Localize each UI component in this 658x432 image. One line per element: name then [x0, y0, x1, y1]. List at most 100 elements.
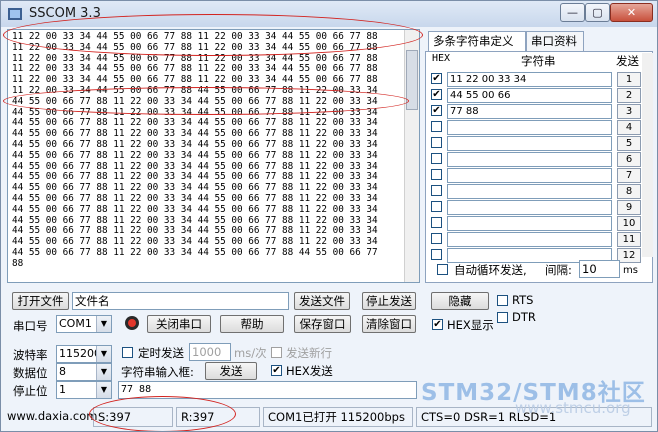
maximize-button[interactable]: ▢ — [585, 3, 610, 22]
multi-string-row: 11 — [431, 232, 641, 247]
row-string-field[interactable] — [447, 232, 612, 247]
port-value: COM1 — [59, 317, 92, 330]
open-file-button[interactable]: 打开文件 — [12, 292, 69, 310]
help-button[interactable]: 帮助 — [220, 315, 284, 333]
receive-area[interactable]: 11 22 00 33 34 44 55 00 66 77 88 11 22 0… — [7, 29, 420, 283]
panel-scrollbar[interactable] — [642, 53, 653, 257]
timed-send-label: 定时发送 — [138, 346, 184, 360]
row-send-button[interactable]: 6 — [617, 152, 641, 167]
row-send-button[interactable]: 7 — [617, 168, 641, 183]
row-string-field[interactable] — [447, 136, 612, 151]
data-bits-select[interactable]: 8 ▼ — [56, 363, 112, 381]
data-bits-value: 8 — [59, 365, 66, 378]
file-name-field[interactable]: 文件名 — [72, 292, 289, 310]
row-hex-checkbox[interactable] — [431, 169, 442, 180]
interval-label: 间隔: — [545, 263, 572, 277]
rts-checkbox[interactable] — [497, 295, 508, 306]
timed-unit-label: ms/次 — [234, 346, 267, 360]
row-string-field[interactable] — [447, 152, 612, 167]
dtr-label: DTR — [512, 310, 536, 324]
row-send-button[interactable]: 5 — [617, 136, 641, 151]
hex-send-label: HEX发送 — [286, 364, 333, 378]
watermark-url: www.stmcu.org — [515, 399, 631, 417]
row-send-button[interactable]: 3 — [617, 104, 641, 119]
row-send-button[interactable]: 8 — [617, 184, 641, 199]
row-hex-checkbox[interactable] — [431, 201, 442, 212]
tab-multi-string[interactable]: 多条字符串定义 — [428, 31, 526, 52]
timed-interval-input[interactable]: 1000 — [189, 343, 231, 361]
row-send-button[interactable]: 10 — [617, 216, 641, 231]
sent-count: S:397 — [93, 407, 173, 427]
row-string-field[interactable] — [447, 168, 612, 183]
send-newline-checkbox[interactable] — [271, 347, 282, 358]
row-string-field[interactable] — [447, 200, 612, 215]
auto-loop-checkbox[interactable] — [437, 264, 448, 275]
stop-send-button[interactable]: 停止发送 — [362, 292, 416, 310]
row-string-field[interactable] — [447, 184, 612, 199]
baud-select[interactable]: 115200 ▼ — [56, 345, 112, 363]
close-port-button[interactable]: 关闭串口 — [147, 315, 211, 333]
stop-bits-value: 1 — [59, 383, 66, 396]
save-window-button[interactable]: 保存窗口 — [294, 315, 351, 333]
row-send-button[interactable]: 12 — [617, 248, 641, 263]
row-hex-checkbox[interactable]: ✔ — [431, 89, 442, 100]
timed-send-checkbox[interactable] — [122, 347, 133, 358]
receive-scrollbar[interactable] — [404, 30, 419, 282]
row-send-button[interactable]: 1 — [617, 72, 641, 87]
website-label: www.daxia.com — [7, 409, 98, 423]
row-send-button[interactable]: 11 — [617, 232, 641, 247]
multi-string-row: 8 — [431, 184, 641, 199]
rts-label: RTS — [512, 293, 534, 307]
tab-port-info[interactable]: 串口资料 — [526, 31, 584, 51]
port-label: 串口号 — [13, 319, 48, 333]
title-bar[interactable]: SSCOM 3.3 — ▢ ✕ — [1, 1, 657, 27]
hex-send-checkbox[interactable]: ✔ — [271, 365, 282, 376]
hex-display-checkbox[interactable]: ✔ — [432, 319, 443, 330]
row-hex-checkbox[interactable]: ✔ — [431, 73, 442, 84]
interval-input[interactable]: 10 — [579, 260, 620, 278]
interval-unit: ms — [623, 265, 638, 276]
stop-bits-label: 停止位 — [13, 384, 48, 398]
multi-string-row: 9 — [431, 200, 641, 215]
row-hex-checkbox[interactable] — [431, 217, 442, 228]
send-column-header: 发送 — [616, 54, 639, 68]
row-string-field[interactable]: 77 88 — [447, 104, 612, 119]
row-string-field[interactable]: 11 22 00 33 34 — [447, 72, 612, 87]
dtr-checkbox[interactable] — [497, 312, 508, 323]
row-hex-checkbox[interactable] — [431, 121, 442, 132]
port-select[interactable]: COM1 ▼ — [56, 315, 112, 333]
hide-button[interactable]: 隐藏 — [431, 292, 489, 310]
baud-value: 115200 — [59, 347, 101, 360]
row-hex-checkbox[interactable] — [431, 249, 442, 260]
row-string-field[interactable]: 44 55 00 66 — [447, 88, 612, 103]
port-status-icon — [125, 316, 139, 330]
row-string-field[interactable] — [447, 216, 612, 231]
row-send-button[interactable]: 9 — [617, 200, 641, 215]
input-box-label: 字符串输入框: — [121, 365, 194, 379]
row-hex-checkbox[interactable]: ✔ — [431, 105, 442, 116]
multi-string-row: 5 — [431, 136, 641, 151]
row-string-field[interactable] — [447, 120, 612, 135]
hex-display-label: HEX显示 — [447, 318, 494, 332]
row-hex-checkbox[interactable] — [431, 137, 442, 148]
scrollbar-thumb[interactable] — [406, 50, 418, 110]
multi-string-row: ✔ 11 22 00 33 34 1 — [431, 72, 641, 87]
row-send-button[interactable]: 2 — [617, 88, 641, 103]
stop-bits-select[interactable]: 1 ▼ — [56, 381, 112, 399]
row-hex-checkbox[interactable] — [431, 233, 442, 244]
clear-window-button[interactable]: 清除窗口 — [362, 315, 416, 333]
row-send-button[interactable]: 4 — [617, 120, 641, 135]
send-file-button[interactable]: 发送文件 — [294, 292, 350, 310]
sscom-window: SSCOM 3.3 — ▢ ✕ 11 22 00 33 34 44 55 00 … — [0, 0, 658, 432]
send-input[interactable]: 77 88 — [118, 381, 417, 399]
row-hex-checkbox[interactable] — [431, 153, 442, 164]
close-button[interactable]: ✕ — [610, 3, 653, 22]
send-button[interactable]: 发送 — [205, 362, 257, 380]
receive-text: 11 22 00 33 34 44 55 00 66 77 88 11 22 0… — [12, 31, 378, 269]
multi-string-row: 4 — [431, 120, 641, 135]
multi-string-row: 7 — [431, 168, 641, 183]
auto-loop-label: 自动循环发送, — [454, 263, 527, 277]
multi-string-row: ✔ 77 88 3 — [431, 104, 641, 119]
minimize-button[interactable]: — — [560, 3, 585, 22]
row-hex-checkbox[interactable] — [431, 185, 442, 196]
